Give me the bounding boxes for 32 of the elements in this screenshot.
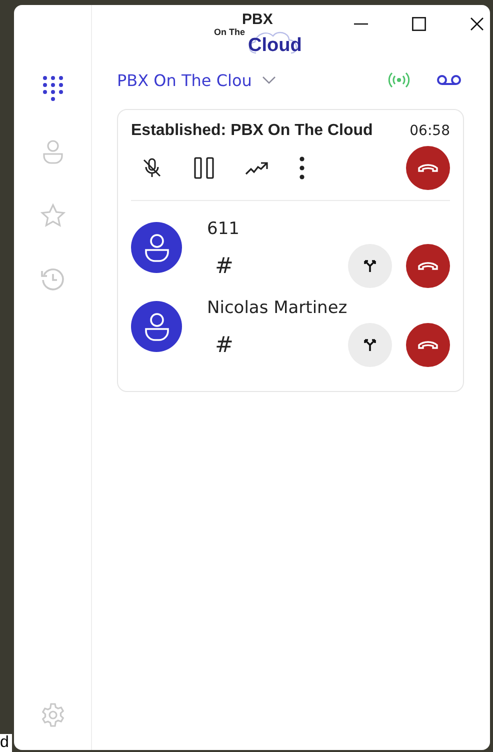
voicemail-icon[interactable] bbox=[436, 74, 462, 86]
avatar-icon bbox=[131, 222, 182, 273]
transfer-icon[interactable] bbox=[245, 160, 269, 176]
fork-arrow-icon bbox=[363, 259, 377, 273]
phone-icon bbox=[417, 340, 439, 350]
hang-up-button[interactable] bbox=[406, 323, 450, 367]
avatar-icon bbox=[131, 301, 182, 352]
fork-arrow-icon bbox=[363, 338, 377, 352]
call-status: Established: PBX On The Cloud bbox=[131, 122, 373, 140]
phone-icon bbox=[417, 163, 439, 173]
star-icon[interactable] bbox=[40, 203, 66, 229]
pause-icon[interactable] bbox=[193, 156, 215, 180]
close-icon[interactable] bbox=[470, 17, 484, 31]
call-duration: 06:58 bbox=[410, 123, 450, 139]
participant-name: Nicolas Martinez bbox=[207, 298, 348, 318]
phone-icon bbox=[417, 261, 439, 271]
logo: PBX On The Cloud bbox=[214, 11, 303, 58]
dialpad-button[interactable]: # bbox=[211, 254, 238, 278]
split-button[interactable] bbox=[348, 244, 392, 288]
hang-up-button[interactable] bbox=[406, 244, 450, 288]
hang-up-button[interactable] bbox=[406, 146, 450, 190]
dialpad-icon[interactable] bbox=[42, 75, 64, 101]
account-dropdown[interactable]: PBX On The Clou bbox=[117, 70, 276, 90]
background-text: d bbox=[0, 734, 12, 752]
participant-name: 611 bbox=[207, 219, 240, 239]
split-button[interactable] bbox=[348, 323, 392, 367]
mic-off-icon[interactable] bbox=[141, 157, 163, 179]
more-icon[interactable] bbox=[299, 156, 305, 180]
dialpad-button[interactable]: # bbox=[211, 332, 238, 358]
chevron-down-icon bbox=[262, 76, 276, 84]
minimize-icon[interactable] bbox=[354, 23, 368, 25]
maximize-icon[interactable] bbox=[412, 17, 426, 31]
